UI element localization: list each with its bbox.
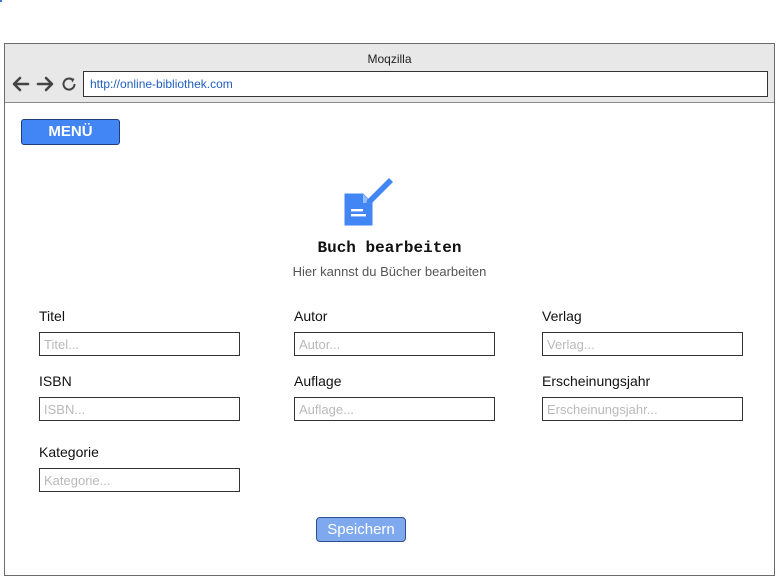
titel-field: Titel xyxy=(39,308,240,356)
back-arrow-icon[interactable] xyxy=(11,74,31,94)
erscheinungsjahr-input[interactable] xyxy=(542,397,743,421)
reload-icon[interactable] xyxy=(59,74,79,94)
verlag-field: Verlag xyxy=(542,308,743,356)
menu-button[interactable]: MENÜ xyxy=(21,119,120,145)
window-title: Moqzilla xyxy=(367,52,412,66)
browser-chrome: Moqzilla xyxy=(5,44,774,103)
kategorie-input[interactable] xyxy=(39,468,240,492)
erscheinungsjahr-label: Erscheinungsjahr xyxy=(542,373,651,389)
browser-window: Moqzilla MENÜ Buch bearbeiten Hier kanns… xyxy=(4,43,775,576)
titel-input[interactable] xyxy=(39,332,240,356)
verlag-input[interactable] xyxy=(542,332,743,356)
corner-dot xyxy=(0,0,2,2)
titel-label: Titel xyxy=(39,308,65,324)
save-button[interactable]: Speichern xyxy=(316,517,406,542)
url-bar[interactable] xyxy=(83,71,768,97)
isbn-field: ISBN xyxy=(39,373,240,421)
autor-label: Autor xyxy=(294,308,328,324)
edit-document-icon xyxy=(341,172,395,228)
autor-input[interactable] xyxy=(294,332,495,356)
kategorie-field: Kategorie xyxy=(39,444,240,492)
isbn-label: ISBN xyxy=(39,373,72,389)
isbn-input[interactable] xyxy=(39,397,240,421)
page-subtitle: Hier kannst du Bücher bearbeiten xyxy=(292,264,487,279)
forward-arrow-icon[interactable] xyxy=(35,74,55,94)
auflage-label: Auflage xyxy=(294,373,342,389)
autor-field: Autor xyxy=(294,308,495,356)
kategorie-label: Kategorie xyxy=(39,444,99,460)
auflage-field: Auflage xyxy=(294,373,495,421)
erscheinungsjahr-field: Erscheinungsjahr xyxy=(542,373,743,421)
page-title: Buch bearbeiten xyxy=(317,239,462,257)
verlag-label: Verlag xyxy=(542,308,582,324)
auflage-input[interactable] xyxy=(294,397,495,421)
